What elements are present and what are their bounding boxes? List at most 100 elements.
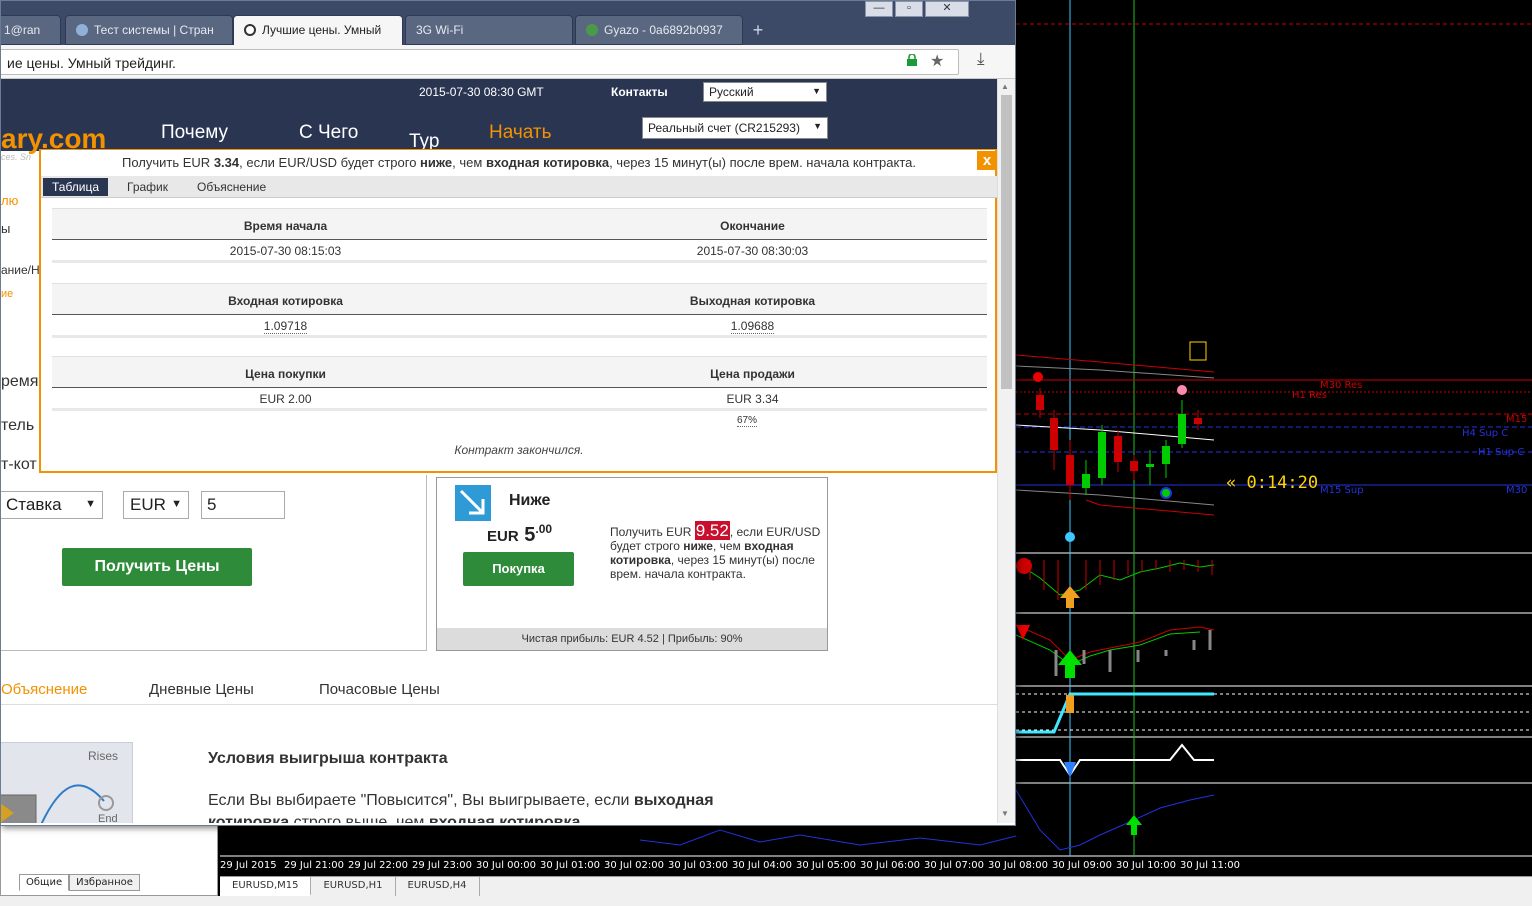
new-tab-button[interactable]: + — [747, 21, 769, 41]
page-scrollbar[interactable]: ▲ ▼ — [997, 79, 1015, 823]
popup-tab-chart[interactable]: График — [119, 179, 176, 195]
price-integer: 5 — [524, 524, 536, 546]
chart-tab-eurusd-h4[interactable]: EURUSD,H4 — [396, 877, 480, 896]
chevron-down-icon: ▼ — [812, 86, 821, 96]
win-conditions-title: Условия выигрыша контракта — [208, 750, 448, 767]
tab-title: Тест системы | Стран — [94, 23, 214, 37]
table-row: EUR 2.00 EUR 3.34 — [52, 389, 987, 411]
rises-label: Rises — [88, 749, 119, 763]
page-icon — [76, 24, 88, 36]
time-axis: 29 Jul 2015 29 Jul 21:00 29 Jul 22:00 29… — [220, 857, 1532, 873]
start-time-label: Время начала — [243, 219, 328, 233]
contract-price: EUR 5.00 — [487, 522, 552, 547]
time-tick: 30 Jul 06:00 — [860, 860, 920, 871]
sidebar-fragment: ремя — [1, 373, 39, 390]
lock-icon — [907, 54, 917, 66]
browser-window: 1@ran Тест системы | Стран Лучшие цены. … — [0, 0, 1016, 826]
contract-title: Ниже — [509, 492, 551, 509]
level-label-h4-sup: H4 Sup C — [1462, 428, 1509, 439]
chart-tab-eurusd-h1[interactable]: EURUSD,H1 — [311, 877, 396, 896]
level-label-h1-sup: H1 Sup C — [1478, 447, 1525, 458]
time-tick: 30 Jul 02:00 — [604, 860, 664, 871]
time-tick: 29 Jul 23:00 — [412, 860, 472, 871]
navigator-tab-common[interactable]: Общие — [19, 874, 70, 891]
sidebar-fragment: тель — [1, 417, 35, 434]
cond-bold: входная котировка — [428, 814, 581, 823]
download-icon[interactable]: ⤓ — [977, 49, 985, 69]
scroll-up-icon[interactable]: ▲ — [1001, 82, 1009, 91]
table-header: Время начала Окончание — [52, 208, 987, 240]
contract-type-select[interactable]: Ставка ▼ — [1, 491, 103, 519]
chevron-down-icon: ▼ — [813, 121, 822, 131]
buy-button[interactable]: Покупка — [463, 552, 574, 586]
server-datetime: 2015-07-30 08:30 GMT — [419, 85, 544, 99]
sell-percent[interactable]: 67% — [737, 415, 758, 427]
popup-tab-table[interactable]: Таблица — [43, 178, 109, 196]
nav-link-start[interactable]: С Чего — [299, 122, 358, 144]
browser-tabbar: 1@ran Тест системы | Стран Лучшие цены. … — [1, 1, 1015, 45]
navigator-tab-favorites[interactable]: Избранное — [69, 874, 140, 891]
popup-tab-explanation[interactable]: Объяснение — [189, 179, 274, 195]
amount-input[interactable]: 5 — [201, 491, 285, 519]
desc-text: , чем — [712, 539, 745, 553]
browser-tab[interactable]: 1@ran — [1, 15, 61, 45]
sidebar-fragment[interactable]: лю — [1, 193, 18, 208]
time-tick: 30 Jul 08:00 — [988, 860, 1048, 871]
language-value: Русский — [709, 85, 754, 99]
scroll-thumb[interactable] — [1001, 95, 1012, 389]
time-tick: 30 Jul 00:00 — [476, 860, 536, 871]
browser-tab[interactable]: Тест системы | Стран — [65, 15, 233, 45]
chart-tab-eurusd-m15[interactable]: EURUSD,M15 — [220, 877, 312, 896]
entry-quote-value[interactable]: 1.09718 — [263, 319, 308, 334]
time-tick: 30 Jul 11:00 — [1180, 860, 1240, 871]
chart-tabs: EURUSD,M15 EURUSD,H1 EURUSD,H4 — [220, 876, 1532, 896]
account-select[interactable]: Реальный счет (CR215293) ▼ — [642, 117, 828, 139]
minimize-button[interactable]: — — [865, 1, 893, 17]
popup-amount: 3.34 — [213, 155, 240, 170]
site-favicon-icon — [244, 24, 256, 36]
level-label-m15: M15 — [1506, 414, 1528, 425]
navigator-panel: Общие Избранное — [0, 822, 218, 896]
level-label-m15-sup: M15 Sup — [1320, 485, 1364, 496]
maximize-button[interactable]: ▫ — [895, 1, 923, 17]
tab-explanation[interactable]: Объяснение — [1, 681, 87, 698]
tab-daily-prices[interactable]: Дневные Цены — [149, 681, 254, 698]
popup-close-button[interactable]: x — [977, 151, 997, 170]
time-tick: 30 Jul 07:00 — [924, 860, 984, 871]
currency-select[interactable]: EUR ▼ — [123, 491, 189, 519]
scroll-down-icon[interactable]: ▼ — [1001, 809, 1009, 818]
exit-quote-label: Выходная котировка — [689, 294, 816, 308]
address-input[interactable]: ие цены. Умный трейдинг. — [1, 49, 959, 75]
nav-link-why[interactable]: Почему — [161, 122, 228, 144]
end-label: End — [98, 813, 118, 823]
bookmark-star-icon[interactable]: ★ — [930, 51, 944, 71]
contract-card-lower: Ниже EUR 5.00 Покупка Получить EUR 9.52,… — [436, 477, 828, 651]
browser-tab-active[interactable]: Лучшие цены. Умный — [233, 15, 403, 45]
desc-bold: ниже — [683, 539, 713, 553]
popup-header: Получить EUR 3.34, если EUR/USD будет ст… — [41, 150, 997, 175]
get-prices-button[interactable]: Получить Цены — [62, 548, 252, 586]
time-tick: 30 Jul 04:00 — [732, 860, 792, 871]
close-window-button[interactable]: ✕ — [925, 1, 969, 17]
sidebar-fragment: т-кот — [1, 456, 37, 473]
language-select[interactable]: Русский ▼ — [703, 82, 827, 102]
cond-bold: котировка — [208, 814, 290, 823]
browser-tab[interactable]: 3G Wi-Fi — [405, 15, 573, 45]
contacts-link[interactable]: Контакты — [611, 85, 668, 99]
table-header: Входная котировка Выходная котировка — [52, 283, 987, 315]
sidebar-fragment[interactable]: ие — [1, 288, 13, 300]
exit-quote-value[interactable]: 1.09688 — [730, 319, 775, 334]
browser-tab[interactable]: Gyazo - 0a6892b0937 — [575, 15, 743, 45]
popup-text: , через 15 минут(ы) после врем. начала к… — [609, 155, 916, 170]
time-tick: 30 Jul 03:00 — [668, 860, 728, 871]
end-time-value: 2015-07-30 08:30:03 — [696, 244, 809, 258]
popup-tabs: Таблица График Объяснение — [41, 176, 997, 198]
payout-highlight: 9.52 — [694, 521, 730, 540]
status-bar — [0, 896, 1532, 906]
time-tick: 29 Jul 22:00 — [348, 860, 408, 871]
sidebar-fragment: ание/Н — [1, 263, 40, 277]
tab-hourly-prices[interactable]: Почасовые Цены — [319, 681, 440, 698]
nav-link-begin[interactable]: Начать — [489, 122, 552, 144]
sell-price-label: Цена продажи — [710, 367, 795, 381]
sell-price-value: EUR 3.34 — [726, 392, 779, 406]
